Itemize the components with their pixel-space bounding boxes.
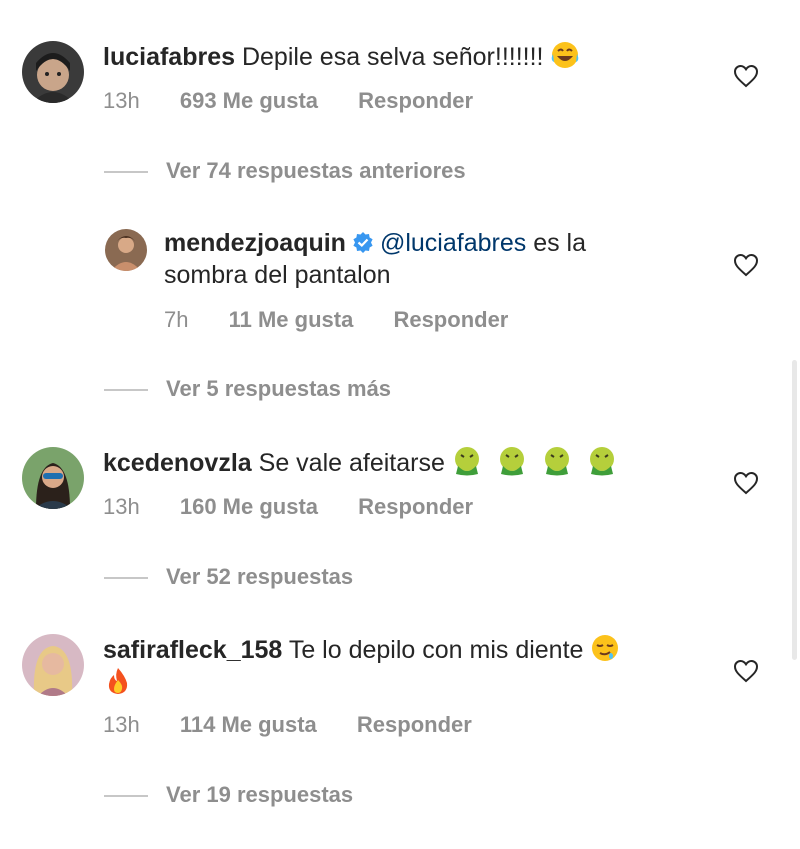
comment-time: 13h [103,494,140,519]
fire-emoji [108,668,128,694]
comment-likes[interactable]: 114 Me gusta [180,711,317,739]
comment-text: Depile esa selva señor!!!!!!! [241,43,544,71]
relieved-face-emoji [592,635,619,661]
face-vomiting-emoji [499,447,524,476]
verified-badge-icon [353,232,373,253]
comment-time: 13h [103,712,140,737]
avatar[interactable] [22,634,84,696]
comment-username[interactable]: kcedenovzla [103,449,252,477]
avatar[interactable] [105,229,147,271]
face-vomiting-emoji [589,447,614,476]
avatar[interactable] [22,447,84,509]
heart-outline-icon[interactable] [733,471,759,495]
view-replies-label: Ver 5 respuestas más [166,376,392,401]
comment-username[interactable]: luciafabres [103,43,235,71]
view-replies-button[interactable]: Ver 19 respuestas [104,782,353,810]
divider-line [104,577,148,580]
heart-outline-icon[interactable] [733,659,759,683]
comment-text: Te lo depilo con mis diente [288,636,584,664]
heart-outline-icon[interactable] [733,253,759,277]
comment-likes[interactable]: 693 Me gusta [180,87,318,115]
comment-text: sombra del pantalon [164,261,391,289]
face-vomiting-emoji [454,447,479,476]
reply-button[interactable]: Responder [358,87,473,115]
heart-outline-icon[interactable] [733,64,759,88]
face-with-tears-of-joy-emoji [552,42,579,68]
view-replies-button[interactable]: Ver 5 respuestas más [104,376,391,404]
divider-line [104,171,148,174]
view-replies-label: Ver 74 respuestas anteriores [166,158,466,183]
reply-button[interactable]: Responder [358,493,473,521]
comment-text: Se vale afeitarse [258,449,445,477]
face-vomiting-emoji [544,447,569,476]
comment-likes[interactable]: 11 Me gusta [229,306,354,334]
comment-username[interactable]: mendezjoaquin [164,229,346,257]
divider-line [104,795,148,798]
comment-time: 13h [103,88,140,113]
view-replies-label: Ver 19 respuestas [166,782,354,807]
comment-text: es la [533,229,587,257]
divider-line [104,389,148,392]
comment-time: 7h [164,307,189,332]
view-replies-button[interactable]: Ver 74 respuestas anteriores [104,158,466,186]
comment-username[interactable]: safirafleck_158 [103,636,282,664]
emoji-group [452,447,625,477]
view-replies-label: Ver 52 respuestas [166,564,354,589]
scrollbar[interactable] [792,360,797,660]
avatar[interactable] [22,41,84,103]
comment-likes[interactable]: 160 Me gusta [180,493,318,521]
reply-button[interactable]: Responder [393,306,508,334]
view-replies-button[interactable]: Ver 52 respuestas [104,564,353,592]
reply-button[interactable]: Responder [357,711,472,739]
mention-link[interactable]: @luciafabres [380,229,526,257]
